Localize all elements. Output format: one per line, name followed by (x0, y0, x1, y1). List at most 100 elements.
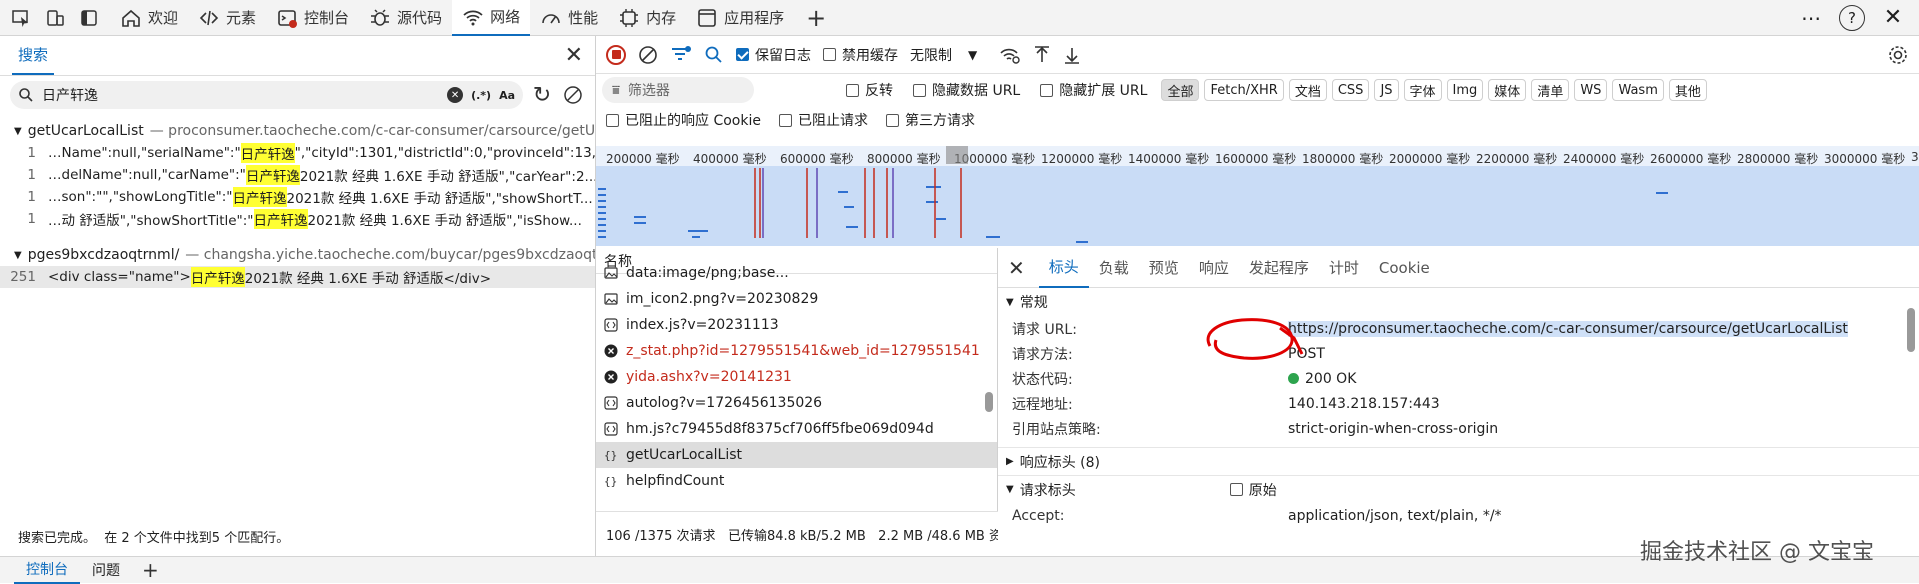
network-panel: 保留日志 禁用缓存 无限制 ▼ ⩸ 筛选器 反转 隐藏数据 URL 隐藏扩展 UR… (596, 36, 1919, 556)
filter-type-button[interactable]: 文档 (1288, 79, 1327, 101)
details-tab[interactable]: Cookie (1369, 248, 1440, 288)
filter-type-button[interactable]: 媒体 (1488, 79, 1527, 101)
filter-type-button[interactable]: 清单 (1531, 79, 1570, 101)
list-scrollbar[interactable] (985, 392, 993, 412)
filter-input[interactable]: ⩸ 筛选器 (602, 77, 754, 103)
record-icon[interactable] (606, 44, 626, 65)
request-headers-section[interactable]: ▼ 请求标头 原始 (998, 475, 1919, 503)
settings-icon[interactable] (1887, 44, 1909, 66)
tab-code[interactable]: 元素 (188, 0, 266, 36)
tab-memory[interactable]: 内存 (608, 0, 686, 36)
disable-cache-checkbox[interactable]: 禁用缓存 (823, 45, 898, 65)
tab-home[interactable]: 欢迎 (110, 0, 188, 36)
close-devtools-icon[interactable]: ✕ (1879, 5, 1907, 30)
request-row[interactable]: im_icon2.png?v=20230829 (596, 286, 997, 312)
tab-bug[interactable]: 源代码 (359, 0, 452, 36)
network-conditions-icon[interactable] (999, 45, 1021, 65)
import-har-icon[interactable] (1033, 45, 1051, 65)
request-row[interactable]: {} getUcarLocalList (596, 442, 997, 468)
inspect-element-icon[interactable] (6, 3, 36, 33)
request-row[interactable]: hm.js?c79455d8f8375cf706ff5fbe069d094d (596, 416, 997, 442)
filter-type-button[interactable]: 字体 (1403, 79, 1442, 101)
filter-icon[interactable] (670, 45, 692, 65)
filter-type-button[interactable]: Wasm (1612, 79, 1664, 101)
search-result-line[interactable]: 251 <div class="name"> 日产轩逸 2021款 经典 1.6XE… (0, 266, 595, 288)
search-result-line[interactable]: 1 …delName":null,"carName":" 日产轩逸 2021款 经典… (0, 164, 595, 186)
search-tab[interactable]: 搜索 (12, 36, 55, 75)
general-row: 请求方法: POST (1012, 341, 1919, 366)
add-tab-icon[interactable]: + (800, 0, 832, 36)
filter-type-button[interactable]: 全部 (1161, 79, 1200, 101)
tab-label: 源代码 (397, 9, 443, 27)
disable-cache-check[interactable] (823, 48, 836, 61)
search-result-line[interactable]: 1 …son":"","showLongTitle":" 日产轩逸 2021款 经典… (0, 186, 595, 208)
request-row[interactable]: autolog?v=1726456135026 (596, 390, 997, 416)
refresh-icon[interactable]: ↻ (529, 83, 555, 108)
filter-type-button[interactable]: Fetch/XHR (1204, 79, 1284, 101)
filter-type-button[interactable]: CSS (1331, 79, 1370, 101)
case-toggle[interactable]: Aa (499, 89, 515, 102)
preserve-log-check[interactable] (736, 48, 749, 61)
disable-cache-label: 禁用缓存 (842, 47, 898, 64)
invert-checkbox[interactable]: 反转 (846, 80, 893, 100)
hide-extension-url-checkbox[interactable]: 隐藏扩展 URL (1040, 80, 1147, 100)
details-tab[interactable]: 响应 (1189, 248, 1239, 288)
more-options-icon[interactable]: ⋯ (1797, 6, 1825, 30)
result-file-header[interactable]: ▼ getUcarLocalList — proconsumer.taocheche… (0, 120, 595, 142)
request-row[interactable]: yida.ashx?v=20141231 (596, 364, 997, 390)
help-icon[interactable]: ? (1839, 4, 1865, 31)
regex-toggle[interactable]: (.*) (471, 89, 491, 102)
throttle-select[interactable]: 无限制 ▼ (910, 45, 977, 65)
search-result-line[interactable]: 1 …动 舒适版","showShortTitle":" 日产轩逸 2021款 经典… (0, 208, 595, 230)
filter-type-button[interactable]: WS (1574, 79, 1608, 101)
filter-type-button[interactable]: JS (1374, 79, 1399, 101)
search-result-line[interactable]: 1 …Name":null,"serialName":" 日产轩逸 ","cityId… (0, 142, 595, 164)
device-emulation-icon[interactable] (40, 3, 70, 33)
details-tab[interactable]: 发起程序 (1239, 248, 1319, 288)
tab-console[interactable]: 控制台 (266, 0, 359, 36)
clear-results-icon[interactable] (561, 85, 585, 105)
export-har-icon[interactable] (1063, 45, 1081, 65)
tab-gauge[interactable]: 性能 (530, 0, 608, 36)
network-timeline[interactable]: 200000 毫秒 400000 毫秒 600000 毫秒 800000 毫秒 1000… (596, 146, 1919, 246)
tab-wifi[interactable]: 网络 (452, 0, 531, 36)
search-network-icon[interactable] (704, 45, 724, 65)
drawer-tab[interactable]: 控制台 (14, 557, 80, 584)
request-row[interactable]: {} helpfindCount (596, 468, 997, 494)
clear-search-icon[interactable]: ✕ (447, 87, 464, 103)
blocked-cookie-checkbox[interactable]: 已阻止的响应 Cookie (606, 110, 761, 130)
details-tab[interactable]: 负载 (1089, 248, 1139, 288)
filter-type-button[interactable]: 其他 (1668, 79, 1707, 101)
line-text-before: …son":"","showLongTitle":" (48, 189, 233, 205)
details-scrollbar[interactable] (1907, 308, 1915, 352)
timeline-waterfall (598, 146, 1668, 243)
response-headers-section[interactable]: ▶ 响应标头 (8) (998, 447, 1919, 475)
third-party-checkbox[interactable]: 第三方请求 (885, 110, 975, 130)
request-row[interactable]: data:image/png;base... (596, 260, 997, 286)
general-section-header[interactable]: ▼ 常规 (998, 288, 1919, 316)
preserve-log-label: 保留日志 (755, 47, 811, 64)
tab-label: 性能 (568, 9, 599, 27)
close-search-icon[interactable]: ✕ (565, 43, 583, 68)
preserve-log-checkbox[interactable]: 保留日志 (736, 45, 811, 65)
result-file-header[interactable]: ▼ pges9bxcdzaoqtrnml/ — changsha.yiche.tao… (0, 244, 595, 266)
clear-icon[interactable] (638, 45, 658, 65)
request-row[interactable]: z_stat.php?id=1279551541&web_id=12795515… (596, 338, 997, 364)
tab-application[interactable]: 应用程序 (686, 0, 794, 36)
request-row[interactable]: index.js?v=20231113 (596, 312, 997, 338)
add-drawer-tab-icon[interactable]: + (142, 558, 159, 582)
details-tab[interactable]: 标头 (1038, 248, 1089, 288)
hide-data-url-checkbox[interactable]: 隐藏数据 URL (913, 80, 1020, 100)
error-icon (604, 344, 618, 358)
search-bar: 日产轩逸 ✕ (.*) Aa ↻ (0, 76, 595, 114)
filter-type-button[interactable]: Img (1446, 79, 1484, 101)
tab-label: 网络 (490, 8, 521, 26)
drawer-tab[interactable]: 问题 (80, 557, 132, 584)
search-input[interactable]: 日产轩逸 (42, 85, 98, 105)
close-details-icon[interactable]: ✕ (1008, 256, 1025, 280)
details-tab[interactable]: 计时 (1319, 248, 1369, 288)
details-tab[interactable]: 预览 (1139, 248, 1189, 288)
blocked-requests-checkbox[interactable]: 已阻止请求 (778, 110, 868, 130)
dock-sidebar-icon[interactable] (74, 3, 104, 33)
raw-checkbox[interactable]: 原始 (1229, 480, 1277, 500)
